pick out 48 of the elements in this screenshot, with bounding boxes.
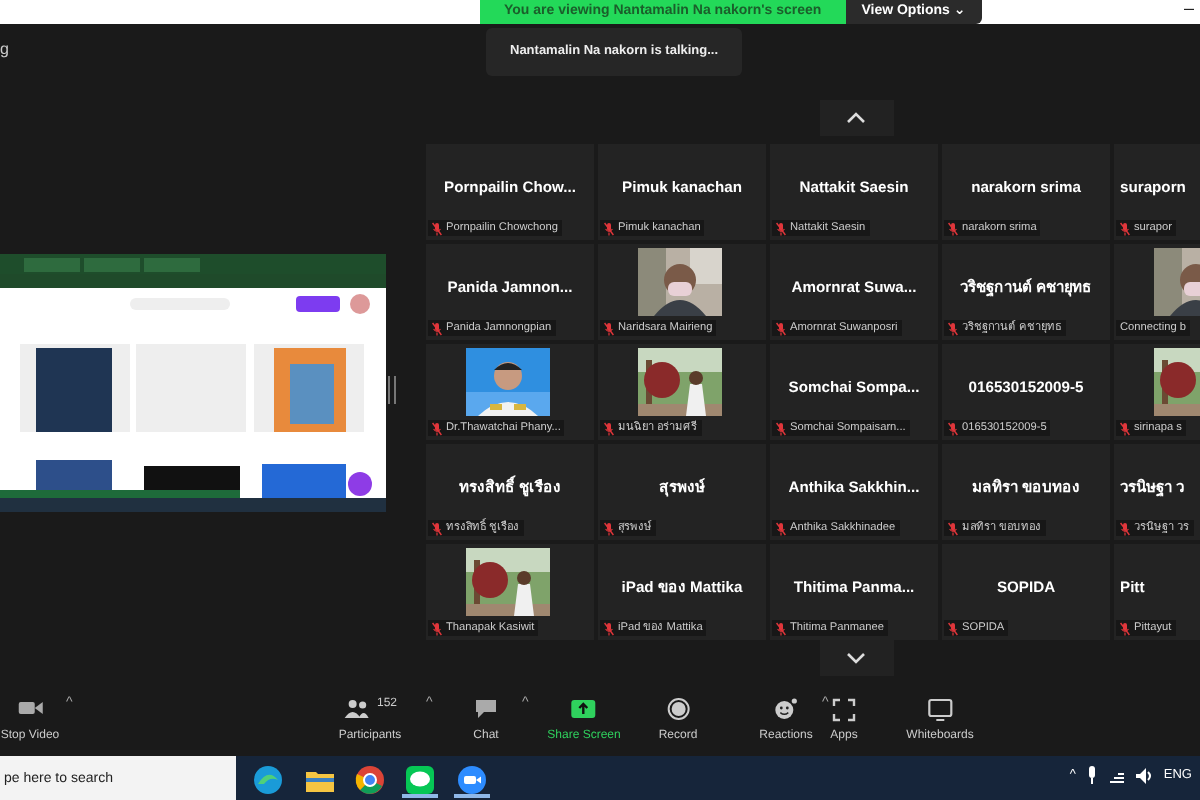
muted-mic-icon [776,521,786,535]
chevron-down-icon [846,652,866,664]
participants-icon [343,696,371,722]
muted-mic-icon [948,221,958,235]
network-icon[interactable] [1107,767,1126,784]
muted-mic-icon [1120,621,1130,635]
muted-mic-icon [432,421,442,435]
whiteboards-icon [926,696,954,722]
share-icon [570,696,598,722]
speaker-icon[interactable] [1135,767,1154,784]
muted-mic-icon [432,321,442,335]
window-title: g [0,38,9,62]
muted-mic-icon [604,421,614,435]
muted-mic-icon [948,521,958,535]
muted-mic-icon [604,221,614,235]
muted-mic-icon [1120,421,1130,435]
muted-mic-icon [604,521,614,535]
record-icon [664,696,692,722]
muted-mic-icon [432,521,442,535]
taskbar-app[interactable] [454,762,490,798]
muted-mic-icon [432,621,442,635]
resize-handle[interactable] [388,376,396,404]
muted-mic-icon [948,621,958,635]
taskbar-app[interactable] [250,762,286,798]
taskbar-app[interactable] [402,762,438,798]
microphone-icon[interactable] [1085,766,1098,785]
muted-mic-icon [432,221,442,235]
scroll-down-button[interactable] [819,640,893,676]
taskbar-app[interactable] [352,762,388,798]
muted-mic-icon [1120,521,1130,535]
zoom-icon [454,762,490,798]
muted-mic-icon [948,421,958,435]
muted-mic-icon [776,221,786,235]
muted-mic-icon [1120,221,1130,235]
muted-mic-icon [604,621,614,635]
minimize-button[interactable]: – [1183,0,1194,23]
muted-mic-icon [604,321,614,335]
apps-icon [830,696,858,722]
scroll-up-button[interactable] [819,100,893,136]
edge-icon [250,762,286,798]
muted-mic-icon [776,321,786,335]
chrome-icon [352,762,388,798]
chat-icon [472,696,500,722]
muted-mic-icon [948,321,958,335]
muted-mic-icon [776,621,786,635]
muted-mic-icon [776,421,786,435]
chevron-up-icon [846,112,866,124]
reactions-icon [772,696,800,722]
